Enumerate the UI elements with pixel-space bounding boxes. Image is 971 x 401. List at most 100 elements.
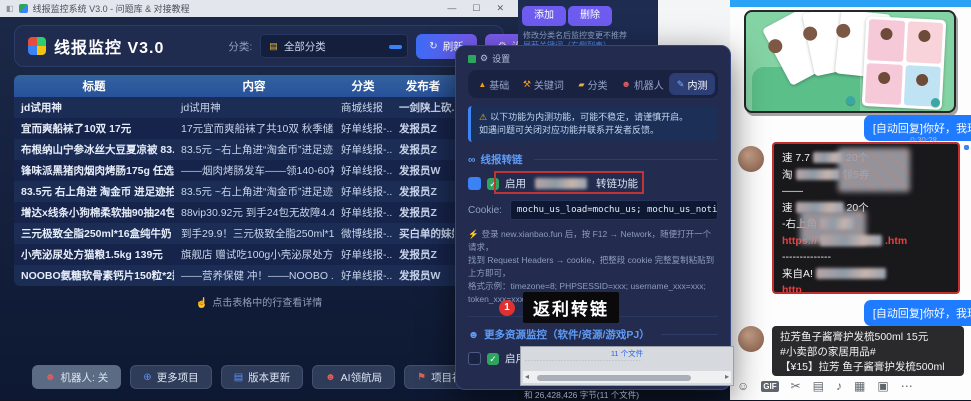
enable-link-convert-row: ✓ 启用转链功能 xyxy=(468,176,718,191)
censored-patch xyxy=(535,178,587,189)
deal-message-bubble: 速 7.720个 淘领5券 —— 速20个 -右上角 https://.htm … xyxy=(772,142,960,294)
tab-beta[interactable]: ✎ 内测 xyxy=(669,73,715,95)
voice-icon[interactable]: ♪ xyxy=(836,379,842,393)
version-icon: ▤ xyxy=(234,372,243,383)
screen-share-icon[interactable]: ▣ xyxy=(877,379,888,393)
folder-tab-icon: ▰ xyxy=(578,80,584,89)
tab-categories[interactable]: ▰ 分类 xyxy=(570,73,616,95)
more-icon[interactable]: ⋯ xyxy=(901,379,913,393)
emoji-icon[interactable]: ☺ xyxy=(737,379,749,393)
taskbar-window-icon: ◧ xyxy=(6,4,14,13)
delete-button[interactable]: 删除 xyxy=(568,6,612,26)
scroll-left-arrow[interactable]: ◂ xyxy=(525,371,529,383)
link-icon: ∞ xyxy=(468,154,476,166)
add-button[interactable]: 添加 xyxy=(522,6,566,26)
settings-dialog: ⚙ 设置 ▲ 基础 ⚒ 关键词 ▰ 分类 ☻ 机器人 ✎ 内测 ⚠以下功能为内测… xyxy=(455,45,731,390)
col-content: 内容 xyxy=(174,78,334,94)
tab-robot[interactable]: ☻ 机器人 xyxy=(620,73,666,95)
product-image xyxy=(744,10,956,113)
table-row[interactable]: 三元极致全脂250ml*16盒纯牛奶 29.... 到手29.9！三元极致全脂2… xyxy=(14,223,504,244)
ai-robot-icon: ☻ xyxy=(325,372,336,383)
scroll-right-arrow[interactable]: ▸ xyxy=(725,371,729,383)
link-convert-checkbox[interactable] xyxy=(468,177,481,190)
table-row[interactable]: 增达x线条小狗棉柔软抽90抽24包 ... 88vip30.92元 到手24包无… xyxy=(14,202,504,223)
avatar[interactable] xyxy=(738,326,764,352)
table-row[interactable]: 小壳泌尿处方猫粮1.5kg 139元 旗舰店 赠试吃100g小壳泌尿处方猫粮..… xyxy=(14,244,504,265)
maximize-button[interactable]: ☐ xyxy=(472,3,480,14)
check-badge-icon: ✓ xyxy=(487,178,499,190)
window-title: 线报监控系统 V3.0 - 问题库 & 对接教程 xyxy=(33,2,190,15)
main-window: ◧ 线报监控系统 V3.0 - 问题库 & 对接教程 — ☐ ✕ 线报监控 V3… xyxy=(0,0,518,400)
pointing-finger-icon: ☝ xyxy=(196,298,208,309)
auto-reply-bubble: [自动回复]你好，我现 xyxy=(864,300,971,326)
flag-icon: ⚑ xyxy=(417,372,426,383)
category-label: 分类: xyxy=(228,39,252,54)
footer-toolbar: ☻ 机器人: 关 ⊕ 更多项目 ▤ 版本更新 ☻ AI领航局 ⚑ 项目社群 xyxy=(0,365,518,389)
app-logo-icon xyxy=(28,37,46,55)
category-select[interactable]: ▤ 全部分类 xyxy=(260,34,408,58)
person-icon: ☻ xyxy=(468,329,479,341)
header-card: 线报监控 V3.0 分类: ▤ 全部分类 ↻ 刷新 ⚙ 设置 ✓ 更新于 21:… xyxy=(14,25,504,67)
page-title: 线报监控 V3.0 xyxy=(54,34,164,58)
file-list-window: 11 个文件 ·································… xyxy=(520,346,734,386)
cookie-label: Cookie: xyxy=(468,205,502,216)
category-select-value: 全部分类 xyxy=(284,39,326,54)
table-row[interactable]: 锋味派黑猪肉烟肉烤肠175g 任选5件... ——烟肉烤肠发车——领140-60… xyxy=(14,160,504,181)
globe-icon: ⊕ xyxy=(143,372,151,383)
lines-table: 标题 内容 分类 发布者 时间 jd试用神 jd试用神 商城线报 一剑陕上砍..… xyxy=(14,75,504,286)
avatar[interactable] xyxy=(738,146,764,172)
dialog-tabs: ▲ 基础 ⚒ 关键词 ▰ 分类 ☻ 机器人 ✎ 内测 xyxy=(468,70,718,98)
flag-dot xyxy=(964,145,969,150)
annotation-number-badge: 1 xyxy=(499,300,515,316)
image-icon[interactable]: ▦ xyxy=(854,379,865,393)
gif-icon[interactable]: GIF xyxy=(761,381,778,392)
version-update-button[interactable]: ▤ 版本更新 xyxy=(221,365,303,389)
beta-warning-box: ⚠以下功能为内测功能，可能不稳定，请谨慎开启。 如遇问题可关闭对应功能并联系开发… xyxy=(468,106,718,142)
chat-top-strip xyxy=(730,0,971,7)
col-publisher: 发布者 xyxy=(392,78,454,94)
flame-icon: ▲ xyxy=(478,80,486,89)
col-title: 标题 xyxy=(14,78,174,94)
screenshot-icon[interactable]: ✂ xyxy=(791,379,801,393)
scrollbar-thumb[interactable] xyxy=(537,375,691,381)
table-row[interactable]: NOOBO氨糖软骨素钙片150粒*2瓶3... ——营养保健 冲！——NOOBO… xyxy=(14,265,504,286)
close-button[interactable]: ✕ xyxy=(496,3,504,14)
file-row-text: ······································· xyxy=(525,358,729,364)
table-row[interactable]: 布根纳山宁参冰丝大豆夏凉被 83.5元 83.5元 ~右上角进“淘金币”进足迹.… xyxy=(14,139,504,160)
sticker-sheet xyxy=(862,16,947,110)
ai-navigator-button[interactable]: ☻ AI领航局 xyxy=(312,365,395,389)
check-badge-icon: ✓ xyxy=(487,353,499,365)
lightbulb-icon: ⚡ xyxy=(468,229,479,239)
file-icon[interactable]: ▤ xyxy=(813,379,824,393)
pencil-icon: ✎ xyxy=(677,79,685,90)
annotation-label: 返利转链 xyxy=(523,292,619,323)
rebate-annotation: 1 返利转链 xyxy=(499,292,619,323)
status-bar-text: 和 26,428,426 字节(11 个文件) xyxy=(524,389,639,401)
dialog-titlebar: ⚙ 设置 xyxy=(468,52,718,65)
chat-window: [自动回复]你好，我现 0:30:28 速 7.720个 淘领5券 —— 速20… xyxy=(730,0,971,400)
app-icon xyxy=(19,4,28,13)
tab-keywords[interactable]: ⚒ 关键词 xyxy=(521,73,567,95)
table-header-row: 标题 内容 分类 发布者 时间 xyxy=(14,75,504,97)
warning-icon: ⚠ xyxy=(479,112,487,122)
cookie-row: Cookie: mochu_us_load=mochu_us; mochu_us… xyxy=(468,200,718,220)
col-category: 分类 xyxy=(334,78,392,94)
table-row[interactable]: 83.5元 右上角进 淘金币 进足迹拍 有... 83.5元 ~右上角进“淘金币… xyxy=(14,181,504,202)
robot-icon: ☻ xyxy=(45,372,56,383)
table-row[interactable]: 宜而爽船袜了10双 17元 17元宜而爽船袜了共10双 秋季储后石... 好单线… xyxy=(14,118,504,139)
tab-basic[interactable]: ▲ 基础 xyxy=(471,73,517,95)
main-body: 线报监控 V3.0 分类: ▤ 全部分类 ↻ 刷新 ⚙ 设置 ✓ 更新于 21:… xyxy=(0,17,518,400)
more-monitor-checkbox[interactable] xyxy=(468,352,481,365)
horizontal-scrollbar[interactable]: ◂ ▸ xyxy=(523,371,731,383)
refresh-icon: ↻ xyxy=(429,41,437,52)
minimize-button[interactable]: — xyxy=(447,3,456,14)
table-row[interactable]: jd试用神 jd试用神 商城线报 一剑陕上砍... 2026-04-22 21:… xyxy=(14,97,504,118)
cookie-input[interactable]: mochu_us_load=mochu_us; mochu_us_notice xyxy=(510,200,718,220)
more-projects-button[interactable]: ⊕ 更多项目 xyxy=(130,365,211,389)
robot-toggle-button[interactable]: ☻ 机器人: 关 xyxy=(32,365,121,389)
wrench-icon: ⚒ xyxy=(523,79,531,90)
dialog-app-icon xyxy=(468,55,476,63)
chat-toolbar: ☺ GIF ✂ ▤ ♪ ▦ ▣ ⋯ xyxy=(737,379,913,393)
product-message-bubble: 拉芳鱼子酱膏护发梳500ml 15元 #小卖部の家居用品# 【¥15】拉芳 鱼子… xyxy=(772,326,964,376)
dialog-title: 设置 xyxy=(492,52,510,65)
